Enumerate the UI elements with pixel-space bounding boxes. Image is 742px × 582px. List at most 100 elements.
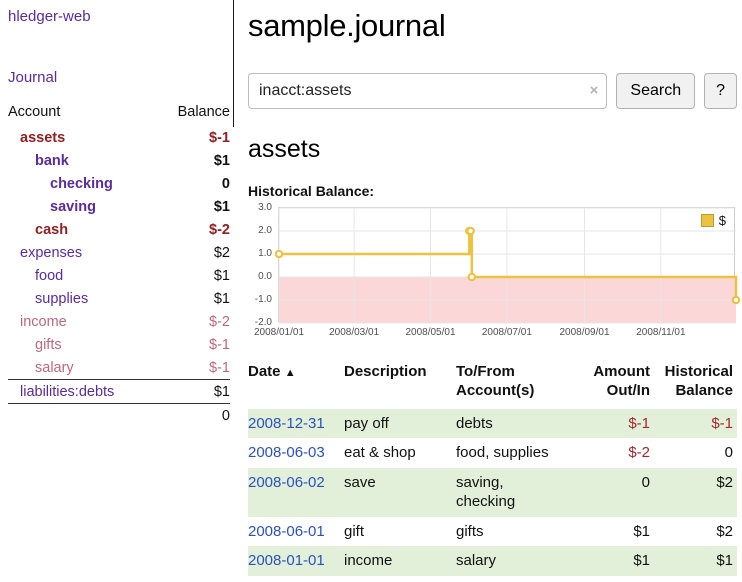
chart-canvas: [279, 208, 736, 323]
header-date-label: Date: [248, 363, 281, 380]
transaction-amount: 0: [582, 468, 654, 517]
accounts-table-header: Account Balance: [8, 102, 230, 126]
transaction-balance: 0: [654, 438, 737, 468]
legend-color-swatch: [701, 214, 714, 227]
account-row: supplies $1: [8, 287, 230, 310]
y-tick-label: 1.0: [258, 248, 272, 259]
account-link-salary[interactable]: salary: [35, 360, 74, 376]
chart-legend: $: [698, 212, 729, 229]
transaction-description: pay off: [344, 409, 456, 439]
transaction-accounts: debts: [456, 409, 582, 439]
transaction-description: eat & shop: [344, 438, 456, 468]
register-row: 2008-06-03 eat & shop food, supplies $-2…: [248, 438, 737, 468]
register-table: Date ▲ Description To/FromAccount(s) Amo…: [248, 361, 737, 576]
transaction-accounts: food, supplies: [456, 438, 582, 468]
account-link-income[interactable]: income: [20, 314, 67, 330]
sort-ascending-icon: ▲: [285, 367, 296, 379]
transaction-amount: $-1: [582, 409, 654, 439]
x-tick-label: 2008/03/01: [329, 327, 379, 338]
account-balance: $-1: [157, 333, 230, 356]
account-link-supplies[interactable]: supplies: [35, 291, 88, 307]
search-box: ×: [248, 73, 607, 109]
x-tick-label: 2008/07/01: [482, 327, 532, 338]
transaction-balance: $1: [654, 546, 737, 576]
sidebar-divider: [233, 0, 234, 127]
account-row: expenses $2: [8, 241, 230, 264]
transaction-balance: $2: [654, 517, 737, 547]
account-column-header: Account: [8, 102, 157, 126]
x-tick-label: 2008/05/01: [405, 327, 455, 338]
transaction-date-link[interactable]: 2008-12-31: [248, 415, 325, 432]
transaction-description: save: [344, 468, 456, 517]
account-row: assets $-1: [8, 126, 230, 149]
transaction-date-link[interactable]: 2008-01-01: [248, 552, 325, 569]
x-tick-label: 2008/11/01: [636, 327, 685, 338]
account-link-bank[interactable]: bank: [35, 153, 69, 169]
y-tick-label: -1.0: [255, 294, 272, 305]
register-header-accounts: To/FromAccount(s): [456, 361, 582, 409]
transaction-date-link[interactable]: 2008-06-01: [248, 523, 325, 540]
chart-plot-area: $: [278, 207, 735, 322]
balance-chart: 3.02.01.00.0-1.0-2.0 $ 2008/01/012008/03…: [248, 207, 737, 341]
account-row: income $-2: [8, 310, 230, 333]
account-balance: $-2: [157, 218, 230, 241]
app-title-link[interactable]: hledger-web: [8, 8, 230, 25]
account-link-gifts[interactable]: gifts: [35, 337, 62, 353]
accounts-total-row: 0: [8, 404, 230, 428]
balance-column-header: Balance: [157, 102, 230, 126]
search-button[interactable]: Search: [616, 73, 695, 109]
account-row: cash $-2: [8, 218, 230, 241]
account-row: checking 0: [8, 172, 230, 195]
page-title: sample.journal: [248, 8, 737, 44]
transaction-description: income: [344, 546, 456, 576]
register-row: 2008-06-01 gift gifts $1 $2: [248, 517, 737, 547]
help-button[interactable]: ?: [704, 73, 737, 109]
account-row: saving $1: [8, 195, 230, 218]
account-heading: assets: [248, 135, 737, 164]
search-input[interactable]: [248, 73, 607, 109]
register-row: 2008-06-02 save saving, checking 0 $2: [248, 468, 737, 517]
register-header-row: Date ▲ Description To/FromAccount(s) Amo…: [248, 361, 737, 409]
y-tick-label: 3.0: [258, 202, 272, 213]
account-link-checking[interactable]: checking: [50, 176, 113, 192]
account-balance: $-1: [157, 126, 230, 149]
transaction-accounts: gifts: [456, 517, 582, 547]
journal-link[interactable]: Journal: [8, 69, 230, 86]
account-link-saving[interactable]: saving: [50, 199, 96, 215]
y-tick-label: 2.0: [258, 225, 272, 236]
register-header-amount: AmountOut/In: [582, 361, 654, 409]
transaction-accounts: saving, checking: [456, 468, 582, 517]
account-balance: $2: [157, 241, 230, 264]
account-row: bank $1: [8, 149, 230, 172]
account-link-assets[interactable]: assets: [20, 130, 65, 146]
transaction-amount: $1: [582, 517, 654, 547]
y-tick-label: 0.0: [258, 271, 272, 282]
chart-y-axis: 3.02.01.00.0-1.0-2.0: [248, 207, 278, 324]
account-link-expenses[interactable]: expenses: [20, 245, 82, 261]
register-row: 2008-12-31 pay off debts $-1 $-1: [248, 409, 737, 439]
account-link-food[interactable]: food: [35, 268, 63, 284]
transaction-balance: $2: [654, 468, 737, 517]
account-balance: $1: [157, 264, 230, 287]
transaction-accounts: salary: [456, 546, 582, 576]
sidebar: hledger-web Journal Account Balance asse…: [8, 8, 230, 427]
account-balance: $1: [157, 149, 230, 172]
accounts-table: Account Balance assets $-1 bank $1 check…: [8, 102, 230, 427]
account-balance: $1: [157, 380, 230, 404]
account-balance: $-1: [157, 356, 230, 380]
register-header-balance: HistoricalBalance: [654, 361, 737, 409]
x-tick-label: 2008/09/01: [559, 327, 609, 338]
transaction-date-link[interactable]: 2008-06-02: [248, 474, 325, 491]
account-balance: $-2: [157, 310, 230, 333]
account-link-liabilities-debts[interactable]: liabilities:debts: [20, 384, 114, 400]
transaction-amount: $1: [582, 546, 654, 576]
clear-search-icon[interactable]: ×: [590, 83, 599, 98]
register-header-date[interactable]: Date ▲: [248, 361, 344, 409]
transaction-description: gift: [344, 517, 456, 547]
register-header-description: Description: [344, 361, 456, 409]
transaction-balance: $-1: [654, 409, 737, 439]
transaction-date-link[interactable]: 2008-06-03: [248, 444, 325, 461]
chart-title: Historical Balance:: [248, 183, 737, 199]
account-link-cash[interactable]: cash: [35, 222, 68, 238]
account-row: gifts $-1: [8, 333, 230, 356]
